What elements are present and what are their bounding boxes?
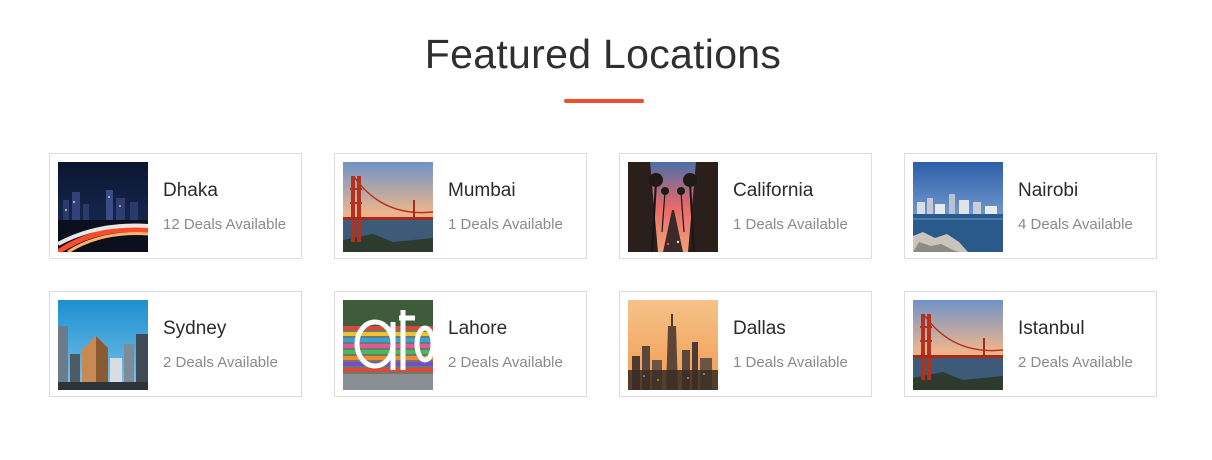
location-card-lahore[interactable]: Lahore 2 Deals Available	[334, 291, 587, 397]
location-card-dhaka[interactable]: Dhaka 12 Deals Available	[49, 153, 302, 259]
location-image[interactable]	[913, 162, 1003, 252]
harbor-skyline-photo	[913, 162, 1003, 252]
location-name[interactable]: Lahore	[448, 318, 507, 340]
city-skyline-sunset-photo	[628, 300, 718, 390]
location-image[interactable]	[343, 162, 433, 252]
location-card-nairobi[interactable]: Nairobi 4 Deals Available	[904, 153, 1157, 259]
location-card-dallas[interactable]: Dallas 1 Deals Available	[619, 291, 872, 397]
location-image[interactable]	[58, 162, 148, 252]
location-image[interactable]	[628, 162, 718, 252]
location-image[interactable]	[343, 300, 433, 390]
location-card-california[interactable]: California 1 Deals Available	[619, 153, 872, 259]
deals-count: 2 Deals Available	[163, 354, 278, 371]
location-image[interactable]	[58, 300, 148, 390]
deals-count: 2 Deals Available	[1018, 354, 1133, 371]
location-name[interactable]: Dallas	[733, 318, 786, 340]
location-card-sydney[interactable]: Sydney 2 Deals Available	[49, 291, 302, 397]
location-name[interactable]: Istanbul	[1018, 318, 1085, 340]
location-image[interactable]	[628, 300, 718, 390]
deals-count: 2 Deals Available	[448, 354, 563, 371]
golden-gate-bridge-photo	[343, 162, 433, 252]
deals-count: 1 Deals Available	[448, 216, 563, 233]
golden-gate-bridge-photo	[913, 300, 1003, 390]
deals-count: 12 Deals Available	[163, 216, 287, 233]
location-name[interactable]: Sydney	[163, 318, 226, 340]
deals-count: 1 Deals Available	[733, 354, 848, 371]
location-card-mumbai[interactable]: Mumbai 1 Deals Available	[334, 153, 587, 259]
location-name[interactable]: California	[733, 180, 813, 202]
colorful-letters-sculpture-photo	[343, 300, 433, 390]
location-name[interactable]: Nairobi	[1018, 180, 1078, 202]
deals-count: 4 Deals Available	[1018, 216, 1133, 233]
night-highway-city-photo	[58, 162, 148, 252]
section-title: Featured Locations	[424, 31, 782, 77]
skyscrapers-blue-sky-photo	[58, 300, 148, 390]
location-card-istanbul[interactable]: Istanbul 2 Deals Available	[904, 291, 1157, 397]
deals-count: 1 Deals Available	[733, 216, 848, 233]
location-name[interactable]: Mumbai	[448, 180, 516, 202]
title-underline	[564, 99, 644, 103]
location-image[interactable]	[913, 300, 1003, 390]
palm-tree-street-sunset-photo	[628, 162, 718, 252]
location-name[interactable]: Dhaka	[163, 180, 218, 202]
